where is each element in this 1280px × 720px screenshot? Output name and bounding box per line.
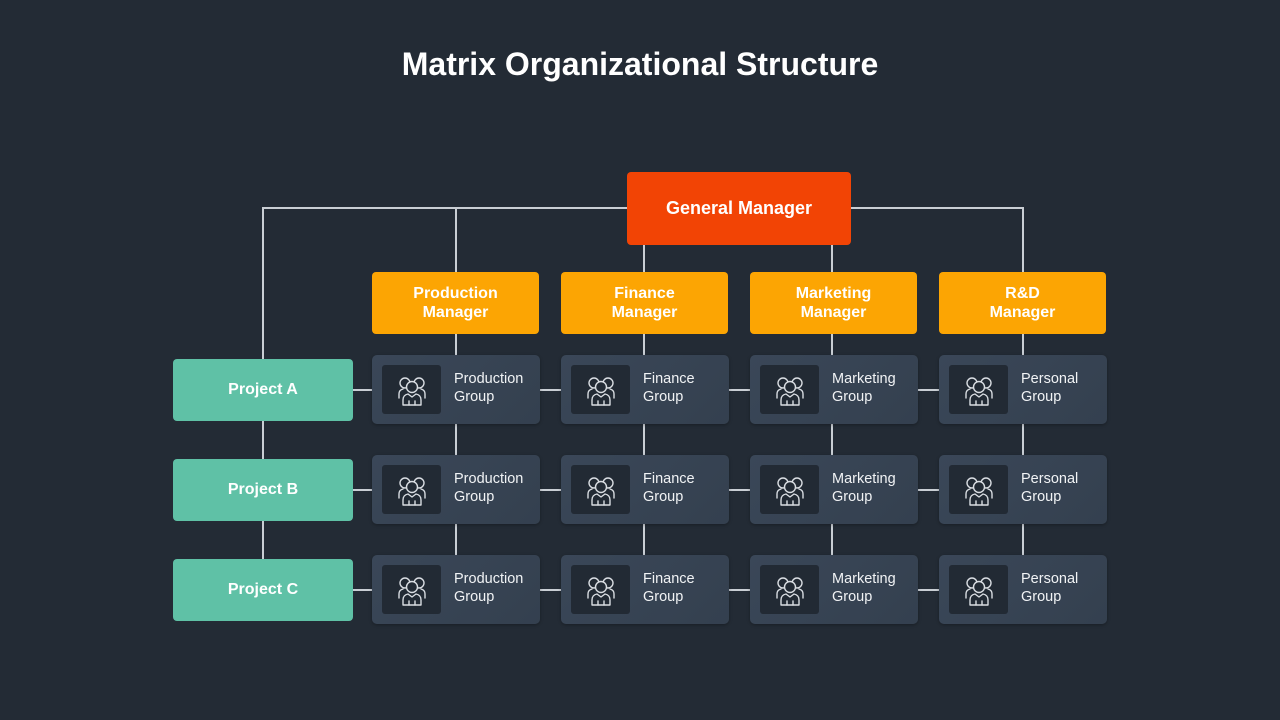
project-b-box: Project B [173,459,353,521]
group-icon-box [571,365,630,414]
group-label: Finance Group [643,471,695,505]
group-label: Personal Group [1021,371,1079,405]
project-c-label: Project C [227,581,299,598]
finance-manager-box: Finance Manager [561,272,728,334]
group-icon-box [382,465,441,514]
project-a-label: Project A [228,381,298,398]
group-card-r2-c3: Marketing Group [750,455,918,524]
production-manager-box: Production Manager [372,272,539,334]
group-icon-box [949,365,1008,414]
people-group-icon [586,476,615,506]
marketing-manager-label: Marketing Manager [795,285,872,321]
group-label: Marketing Group [832,571,896,605]
group-card-r1-c1: Production Group [372,355,540,424]
group-card-r1-c4: Personal Group [939,355,1107,424]
group-label: Production Group [454,371,524,405]
rnd-manager-box: R&D Manager [939,272,1106,334]
group-icon-box [382,565,441,614]
finance-manager-label: Finance Manager [611,285,678,321]
people-group-icon [775,376,804,406]
people-group-icon [964,376,993,406]
group-label: Marketing Group [832,471,896,505]
group-label: Marketing Group [832,371,896,405]
group-label: Finance Group [643,371,695,405]
project-c-box: Project C [173,559,353,621]
group-label: Finance Group [643,571,695,605]
group-label: Personal Group [1021,471,1079,505]
group-label: Personal Group [1021,571,1079,605]
group-card-r3-c4: Personal Group [939,555,1107,624]
people-group-icon [586,376,615,406]
people-group-icon [397,476,426,506]
group-icon-box [760,365,819,414]
group-label: Production Group [454,571,524,605]
general-manager-label: General Manager [665,198,813,218]
group-card-r2-c4: Personal Group [939,455,1107,524]
group-card-r3-c2: Finance Group [561,555,729,624]
group-card-r2-c2: Finance Group [561,455,729,524]
group-card-r3-c3: Marketing Group [750,555,918,624]
group-icon-box [571,465,630,514]
people-group-icon [397,576,426,606]
group-label: Production Group [454,471,524,505]
people-group-icon [775,576,804,606]
people-group-icon [586,576,615,606]
group-icon-box [760,565,819,614]
marketing-manager-box: Marketing Manager [750,272,917,334]
people-group-icon [964,576,993,606]
project-b-label: Project B [227,481,299,498]
project-a-box: Project A [173,359,353,421]
rnd-manager-label: R&D Manager [989,285,1056,321]
group-icon-box [571,565,630,614]
general-manager-box: General Manager [627,172,851,245]
group-icon-box [949,465,1008,514]
group-card-r1-c2: Finance Group [561,355,729,424]
group-icon-box [949,565,1008,614]
group-icon-box [382,365,441,414]
people-group-icon [397,376,426,406]
group-icon-box [760,465,819,514]
people-group-icon [964,476,993,506]
people-group-icon [775,476,804,506]
group-card-r1-c3: Marketing Group [750,355,918,424]
group-card-r2-c1: Production Group [372,455,540,524]
group-card-r3-c1: Production Group [372,555,540,624]
connector-gm-right [851,207,1024,272]
production-manager-label: Production Manager [413,285,498,321]
